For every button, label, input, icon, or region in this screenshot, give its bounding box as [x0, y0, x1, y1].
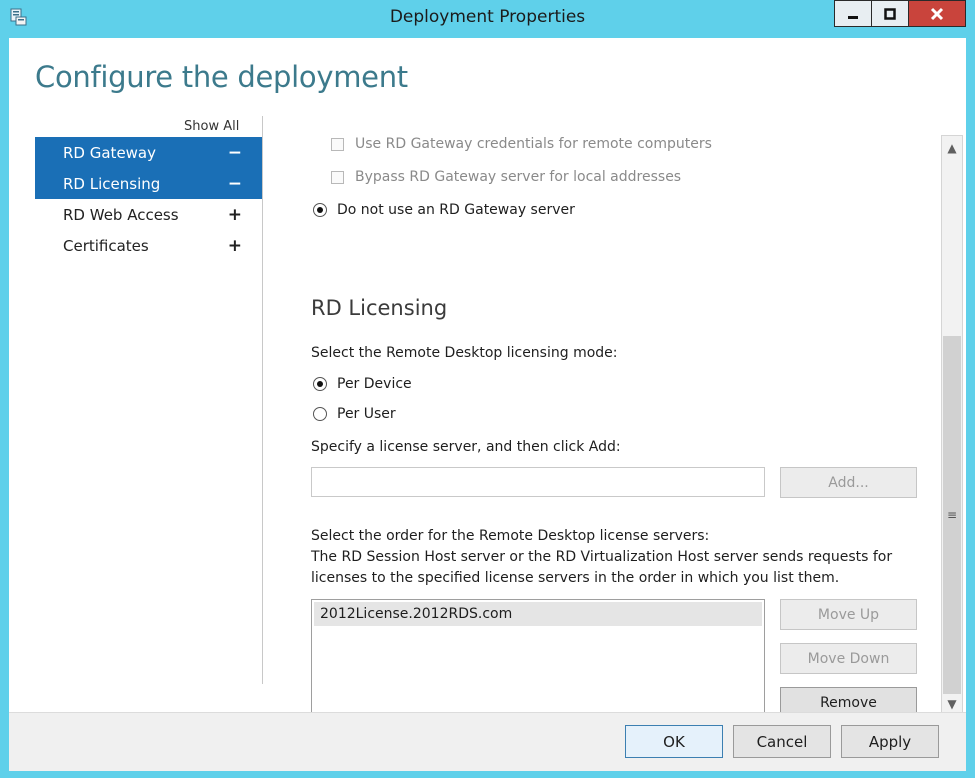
maximize-icon: [884, 7, 896, 20]
checkbox-label: Bypass RD Gateway server for local addre…: [355, 169, 682, 185]
grip-icon: ≡: [946, 508, 958, 522]
radio-label: Do not use an RD Gateway server: [337, 202, 575, 218]
list-item[interactable]: 2012License.2012RDS.com: [314, 602, 762, 626]
minimize-icon: [848, 15, 858, 19]
radio-selected-dot: [317, 207, 323, 213]
expand-icon[interactable]: +: [228, 230, 242, 261]
license-server-prompt: Specify a license server, and then click…: [311, 439, 621, 455]
rd-licensing-heading: RD Licensing: [311, 296, 448, 320]
dialog-client-area: Configure the deployment Show All RD Gat…: [9, 38, 966, 771]
nav-item-rd-licensing[interactable]: RD Licensing −: [35, 168, 262, 199]
cancel-button[interactable]: Cancel: [733, 725, 831, 758]
order-prompt: Select the order for the Remote Desktop …: [311, 526, 892, 589]
close-icon: [930, 7, 944, 20]
license-server-list[interactable]: 2012License.2012RDS.com: [311, 599, 765, 717]
bypass-local-checkbox[interactable]: [331, 170, 344, 184]
per-device-option[interactable]: Per Device: [313, 376, 412, 392]
apply-button[interactable]: Apply: [841, 725, 939, 758]
use-gateway-credentials-checkbox[interactable]: [331, 137, 344, 151]
nav-item-rd-gateway[interactable]: RD Gateway −: [35, 137, 262, 168]
window-title: Deployment Properties: [389, 7, 586, 27]
move-up-button[interactable]: Move Up: [780, 599, 917, 630]
order-prompt-line: Select the order for the Remote Desktop …: [311, 528, 710, 544]
vertical-scrollbar[interactable]: ▲ ≡ ▼: [941, 135, 963, 717]
per-user-radio[interactable]: [313, 407, 327, 421]
section-nav: RD Gateway − RD Licensing − RD Web Acces…: [35, 137, 262, 261]
ok-button[interactable]: OK: [625, 725, 723, 758]
per-user-option[interactable]: Per User: [313, 406, 396, 422]
order-prompt-line: licenses to the specified license server…: [311, 570, 840, 586]
no-gateway-option[interactable]: Do not use an RD Gateway server: [313, 202, 575, 218]
license-server-input[interactable]: [311, 467, 765, 497]
scroll-down-icon[interactable]: ▼: [942, 694, 962, 714]
licensing-mode-prompt: Select the Remote Desktop licensing mode…: [311, 345, 618, 361]
nav-item-label: RD Web Access: [63, 205, 179, 224]
nav-item-label: RD Gateway: [63, 143, 157, 162]
checkbox-label: Use RD Gateway credentials for remote co…: [355, 136, 712, 152]
settings-content: Use RD Gateway credentials for remote co…: [263, 116, 940, 719]
bypass-local-option[interactable]: Bypass RD Gateway server for local addre…: [331, 169, 681, 185]
per-device-radio[interactable]: [313, 377, 327, 391]
move-down-button[interactable]: Move Down: [780, 643, 917, 674]
page-title: Configure the deployment: [35, 60, 408, 94]
nav-item-certificates[interactable]: Certificates +: [35, 230, 262, 261]
radio-label: Per User: [337, 406, 396, 422]
collapse-icon[interactable]: −: [228, 168, 242, 199]
show-all-link[interactable]: Show All: [184, 119, 239, 134]
order-prompt-line: The RD Session Host server or the RD Vir…: [311, 549, 893, 565]
close-button[interactable]: [908, 0, 966, 27]
scroll-up-icon[interactable]: ▲: [942, 138, 962, 158]
nav-item-rd-web-access[interactable]: RD Web Access +: [35, 199, 262, 230]
dialog-footer: OK Cancel Apply: [9, 712, 966, 771]
use-gateway-credentials-option[interactable]: Use RD Gateway credentials for remote co…: [331, 136, 712, 152]
collapse-icon[interactable]: −: [228, 137, 242, 168]
radio-selected-dot: [317, 381, 323, 387]
add-button[interactable]: Add...: [780, 467, 917, 498]
no-gateway-radio[interactable]: [313, 203, 327, 217]
scroll-thumb[interactable]: ≡: [943, 336, 961, 694]
minimize-button[interactable]: [834, 0, 872, 27]
deployment-properties-window: Deployment Properties Configure the depl…: [0, 0, 975, 778]
maximize-button[interactable]: [871, 0, 909, 27]
nav-item-label: Certificates: [63, 236, 149, 255]
title-bar[interactable]: Deployment Properties: [0, 0, 975, 38]
radio-label: Per Device: [337, 376, 412, 392]
nav-item-label: RD Licensing: [63, 174, 161, 193]
expand-icon[interactable]: +: [228, 199, 242, 230]
